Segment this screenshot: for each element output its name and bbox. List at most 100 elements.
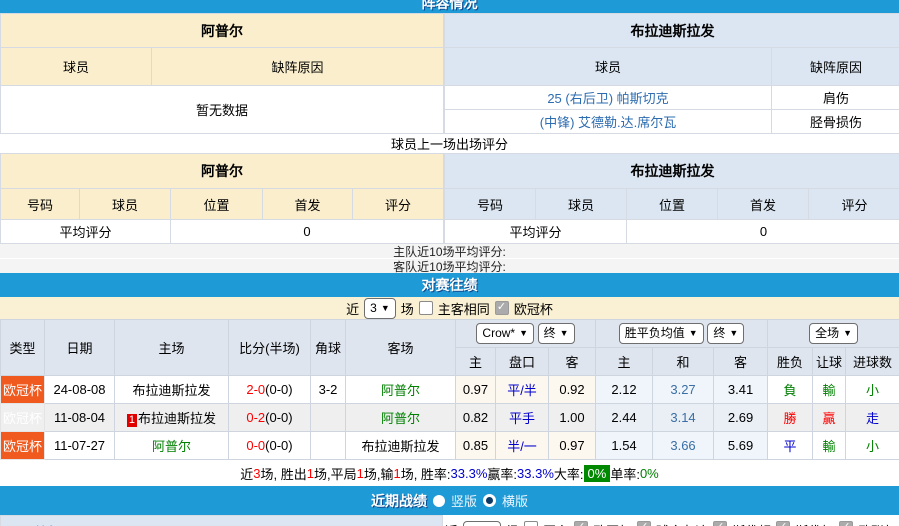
h2h-row: 欧冠杯 11-07-27 阿普尔 0-0(0-0) 布拉迪斯拉发 0.85 半/… [1,432,899,460]
h2h-subcol-sp-home: 主 [596,348,653,376]
summary-text: 近 [240,464,253,483]
league-filter-label: 欧冠杯 [514,299,553,318]
h2h-subcol-line: 盘口 [496,348,549,376]
sp-draw: 3.27 [653,376,714,404]
summary-value: 33.3% [517,466,554,481]
recent-same-checkbox[interactable] [524,521,538,526]
lineup-section-title: 阵容情况 [422,0,478,13]
score-cell: 0-2(0-0) [229,404,311,432]
h2h-section-header: 对赛往绩 [0,273,899,297]
summary-value: 1 [393,466,400,481]
h2h-col-home: 主场 [115,320,229,376]
h2h-col-type: 类型 [1,320,45,376]
recent-league-label: 欧冠杯 [593,521,632,526]
h2h-col-corner: 角球 [311,320,346,376]
league-filter-checkbox[interactable] [495,301,509,315]
recent-league-checkbox[interactable] [713,521,727,526]
odds-away: 0.92 [549,376,596,404]
home-team: 1布拉迪斯拉发 [115,404,229,432]
recent-games-select[interactable]: 10▼ [463,521,501,526]
chevron-down-icon: ▼ [689,324,698,343]
vertical-layout-radio[interactable] [433,495,445,507]
odds-company-select[interactable]: Crow*▼ [476,323,534,344]
avg-odds-select[interactable]: 胜平负均值▼ [619,323,704,344]
h2h-section-title: 对赛往绩 [422,275,478,295]
ratings-away-team: 布拉迪斯拉发 [445,154,899,189]
h2h-col-away: 客场 [346,320,456,376]
match-date: 11-07-27 [45,432,115,460]
sp-draw: 3.66 [653,432,714,460]
h2h-subcol-handicap: 让球 [813,348,846,376]
h2h-avg-odds-group: 胜平负均值▼ 终▼ [596,320,768,348]
match-type: 欧冠杯 [1,376,45,404]
same-venue-label: 主客相同 [438,299,490,318]
summary-value: 0% [640,466,659,481]
recent-section-title: 近期战绩 [371,491,427,511]
absent-player-row: 25 (右后卫) 帕斯切克 肩伤 [445,86,899,110]
ratings-home-avg-value: 0 [171,220,444,244]
odds-away: 1.00 [549,404,596,432]
chevron-down-icon: ▼ [843,324,852,343]
result-cell: 勝 [768,404,813,432]
horizontal-layout-label: 横版 [502,491,528,510]
horizontal-layout-radio[interactable] [483,494,496,507]
match-date: 24-08-08 [45,376,115,404]
score-cell: 2-0(0-0) [229,376,311,404]
odds-home: 0.85 [456,432,496,460]
home-team: 布拉迪斯拉发 [115,376,229,404]
h2h-col-score: 比分(半场) [229,320,311,376]
scope-select[interactable]: 全场▼ [809,323,858,344]
ratings-home-avg-label: 平均评分 [1,220,171,244]
odds-final-select-1[interactable]: 终▼ [538,323,575,344]
result-cell: 平 [768,432,813,460]
lineup-home-table: 阿普尔 球员 缺阵原因 暂无数据 [0,13,444,134]
h2h-col-date: 日期 [45,320,115,376]
chevron-down-icon: ▼ [729,324,738,343]
recent-league-checkbox[interactable] [776,521,790,526]
h2h-subcol-crow-home: 主 [456,348,496,376]
h2h-scope-group: 全场▼ [768,320,899,348]
chevron-down-icon: ▼ [381,299,390,318]
ratings-away-avg-label: 平均评分 [445,220,627,244]
vertical-layout-label: 竖版 [451,491,477,510]
h2h-table: 类型 日期 主场 比分(半场) 角球 客场 Crow*▼ 终▼ 胜平负均值▼ 终… [0,319,899,460]
away-team: 布拉迪斯拉发 [346,432,456,460]
h2h-subcol-goals: 进球数 [846,348,899,376]
handicap-cell: 輸 [813,376,846,404]
summary-value: 33.3% [451,466,488,481]
absent-player-link[interactable]: (中锋) 艾德勒.达.席尔瓦 [540,115,677,130]
same-venue-checkbox[interactable] [419,301,433,315]
odds-away: 0.97 [549,432,596,460]
away-team: 阿普尔 [346,404,456,432]
ratings-away-table: 布拉迪斯拉发 号码 球员 位置 首发 评分 平均评分 0 [444,153,899,244]
odds-home: 0.97 [456,376,496,404]
ratings-away-avg-value: 0 [627,220,899,244]
away-avg-note: 客队近10场平均评分: [0,259,899,273]
ratings-col-number: 号码 [445,189,536,220]
summary-text: 场, 胜出 [261,464,307,483]
h2h-subcol-crow-away: 客 [549,348,596,376]
ratings-home-team: 阿普尔 [1,154,444,189]
recent-league-checkbox[interactable] [637,521,651,526]
lineup-col-player: 球员 [445,48,772,86]
match-analysis-page: 阵容情况 阿普尔 球员 缺阵原因 暂无数据 布拉迪斯拉发 球员 缺阵原因 25 … [0,0,899,526]
handicap-cell: 贏 [813,404,846,432]
h2h-odds-company-group: Crow*▼ 终▼ [456,320,596,348]
odds-line: 平手 [496,404,549,432]
recent-league-checkbox[interactable] [839,521,853,526]
ratings-col-number: 号码 [1,189,80,220]
h2h-subcol-sp-draw: 和 [653,348,714,376]
recent-league-label: 斯伐超 [732,521,771,526]
odds-final-select-2[interactable]: 终▼ [707,323,744,344]
recent-section-clipped: 阿普尔 近 10▼ 场 同主 欧冠杯 球会友谊 斯伐超 斯伐杯 欧联杯 [0,515,899,526]
lineup-col-player: 球员 [1,48,152,86]
recent-league-checkbox[interactable] [574,521,588,526]
odds-line: 平/半 [496,376,549,404]
h2h-subcol-result: 胜负 [768,348,813,376]
summary-value: 3 [253,466,260,481]
recent-league-label: 斯伐杯 [795,521,834,526]
absent-player-link[interactable]: 25 (右后卫) 帕斯切克 [547,91,668,106]
h2h-games-select[interactable]: 3▼ [364,298,396,319]
ratings-tables: 阿普尔 号码 球员 位置 首发 评分 平均评分 0 布拉迪斯拉发 号码 球员 位… [0,153,899,244]
summary-text: 赢率: [487,464,517,483]
